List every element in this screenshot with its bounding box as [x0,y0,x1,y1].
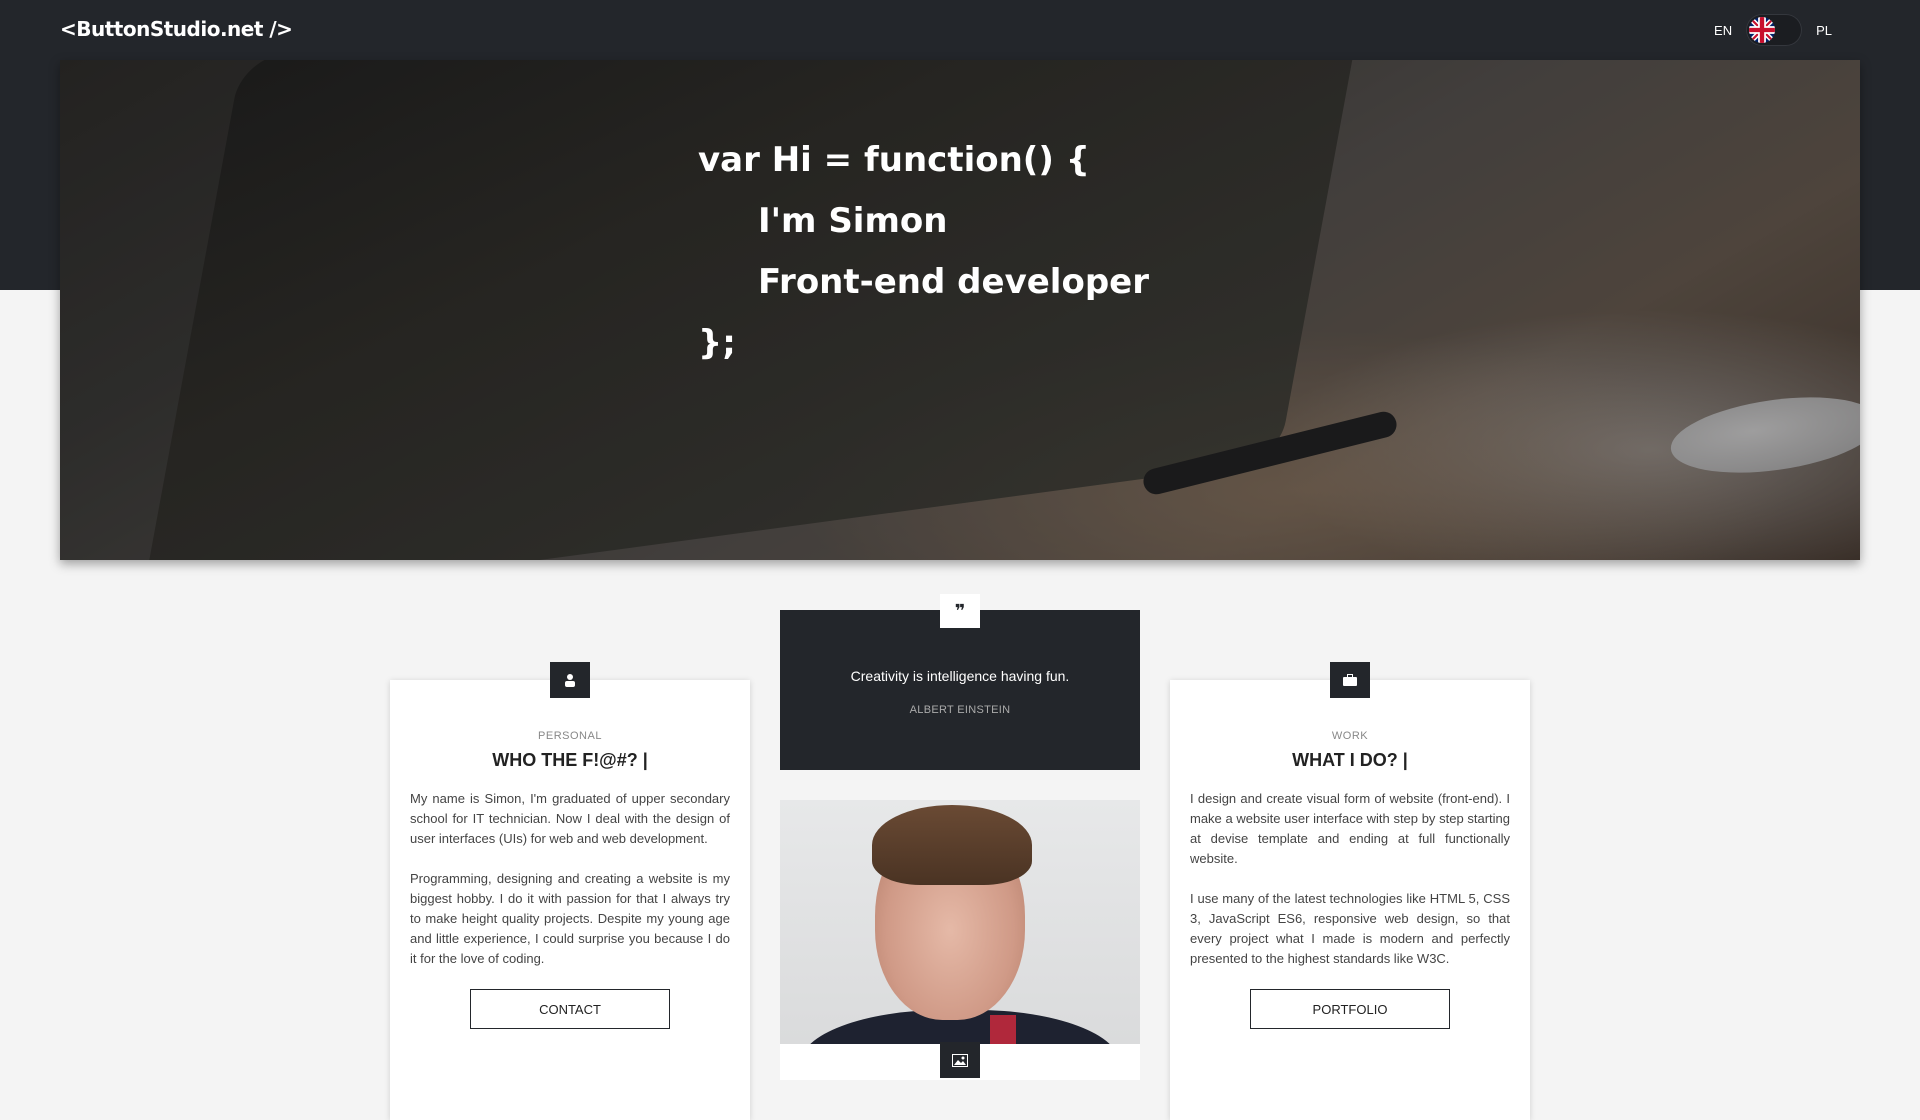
quote-author: ALBERT EINSTEIN [909,704,1011,716]
work-card: WORK WHAT I DO? | I design and create vi… [1170,662,1530,1120]
quote-icon: ❞ [940,594,980,628]
card-paragraph: Programming, designing and creating a we… [410,871,730,966]
personal-card: PERSONAL WHO THE F!@#? | My name is Simo… [390,662,750,1120]
card-paragraph: My name is Simon, I'm graduated of upper… [410,791,730,846]
photo-hair [872,805,1032,885]
profile-photo [780,800,1140,1080]
person-icon [550,662,590,698]
card-body: I design and create visual form of websi… [1190,789,1510,969]
site-logo[interactable]: <ButtonStudio.net /> [60,17,293,41]
briefcase-icon [1330,662,1370,698]
image-icon [940,1042,980,1078]
card-body: My name is Simon, I'm graduated of upper… [410,789,730,969]
hero-line-4: }; [698,323,736,363]
lang-pl-label[interactable]: PL [1816,23,1832,38]
card-paragraph: I use many of the latest technologies li… [1190,891,1510,966]
hero-line-2: I'm Simon [758,201,948,241]
card-title: WHAT I DO? | [1292,750,1408,770]
hero-line-3: Front-end developer [758,262,1149,302]
hero-line-1: var Hi = function() { [698,140,1090,180]
language-switcher: EN PL [1714,14,1832,46]
language-toggle[interactable] [1746,14,1803,46]
card-paragraph: I design and create visual form of websi… [1190,791,1510,866]
portfolio-button[interactable]: PORTFOLIO [1250,989,1450,1029]
photo-caption-bar [780,1042,1140,1080]
card-category: WORK [1331,730,1369,742]
card-title: WHO THE F!@#? | [492,750,648,770]
uk-flag-icon [1749,17,1776,43]
card-category: PERSONAL [538,730,602,742]
quote-box: ❞ Creativity is intelligence having fun.… [780,594,1140,770]
contact-button[interactable]: CONTACT [470,989,670,1029]
lang-en-label[interactable]: EN [1714,23,1732,38]
hero-code-text: var Hi = function() { I'm Simon Front-en… [698,130,1149,374]
quote-text: Creativity is intelligence having fun. [850,668,1070,684]
